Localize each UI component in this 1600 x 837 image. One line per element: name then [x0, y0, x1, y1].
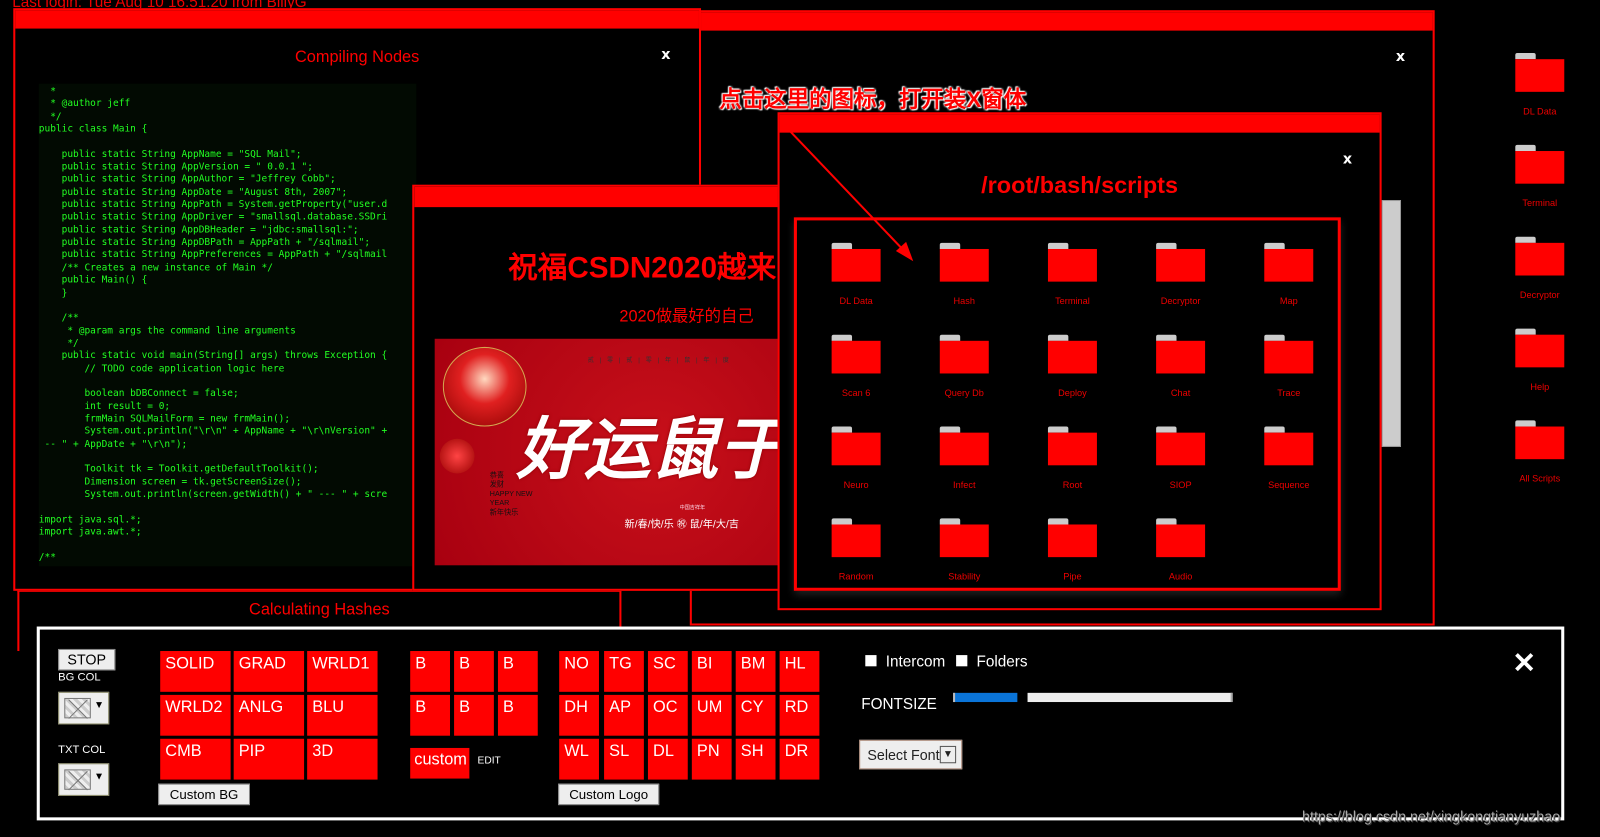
bg-col-label: BG COL — [58, 671, 101, 684]
fontsize-slider[interactable] — [953, 692, 1233, 703]
logo-style-button[interactable]: SC — [647, 651, 688, 692]
bg-color-picker[interactable]: ▼ — [58, 691, 110, 725]
logo-style-button[interactable]: WL — [559, 738, 599, 780]
close-panel-icon[interactable]: ✕ — [1512, 646, 1536, 680]
bg-style-button[interactable]: BLU — [307, 694, 378, 736]
bg-style-button[interactable]: WRLD2 — [160, 694, 231, 736]
select-font-dropdown[interactable]: Select Font ▼ — [859, 739, 963, 770]
bg-style-button[interactable]: SOLID — [160, 651, 231, 692]
logo-style-button[interactable]: RD — [779, 694, 820, 736]
logo-style-button[interactable]: CY — [735, 694, 776, 736]
bg-style-button[interactable]: ANLG — [233, 694, 305, 736]
bg-style-button[interactable]: 3D — [307, 738, 378, 780]
bg-style-button[interactable]: WRLD1 — [307, 651, 378, 692]
folders-label: Folders — [976, 653, 1028, 671]
logo-style-button[interactable]: DR — [779, 738, 820, 780]
logo-style-button[interactable]: NO — [559, 651, 599, 692]
folders-checkbox[interactable] — [956, 655, 968, 667]
slider-track — [1027, 692, 1233, 703]
logo-style-button[interactable]: SL — [604, 738, 644, 780]
logo-style-button[interactable]: DH — [559, 694, 599, 736]
txt-color-picker[interactable]: ▼ — [58, 763, 110, 796]
bg-style-button[interactable]: CMB — [160, 738, 231, 780]
logo-style-button[interactable]: AP — [604, 694, 644, 736]
logo-style-button[interactable]: UM — [691, 694, 732, 736]
b-button[interactable]: B — [410, 651, 450, 692]
chevron-down-icon: ▼ — [939, 745, 957, 764]
desktop: Last login: Tue Aug 10 16:51:20 from Bil… — [0, 0, 1600, 837]
stop-button[interactable]: STOP — [58, 648, 116, 671]
select-font-label: Select Font — [867, 746, 940, 764]
b-button[interactable]: B — [454, 651, 494, 692]
watermark: https://blog.csdn.net/xingkongtianyuzhao — [1302, 808, 1561, 825]
custom-logo-button[interactable]: Custom Logo — [558, 783, 660, 806]
txt-col-label: TXT COL — [58, 743, 106, 757]
intercom-label: Intercom — [885, 653, 946, 671]
custom-button[interactable]: custom — [410, 747, 470, 779]
logo-style-button[interactable]: DL — [647, 738, 688, 780]
logo-style-button[interactable]: BM — [735, 651, 776, 692]
intercom-checkbox[interactable] — [865, 655, 877, 667]
logo-style-button[interactable]: PN — [691, 738, 732, 780]
b-button[interactable]: B — [497, 694, 538, 736]
fontsize-label: FONTSIZE — [861, 695, 937, 714]
logo-style-button[interactable]: SH — [735, 738, 776, 780]
bg-style-button[interactable]: GRAD — [233, 651, 305, 692]
logo-style-button[interactable]: OC — [647, 694, 688, 736]
b-button[interactable]: B — [410, 694, 450, 736]
b-button[interactable]: B — [454, 694, 494, 736]
logo-style-button[interactable]: HL — [779, 651, 820, 692]
logo-style-button[interactable]: BI — [691, 651, 732, 692]
bg-style-button[interactable]: PIP — [233, 738, 305, 780]
logo-style-button[interactable]: TG — [604, 651, 644, 692]
edit-link[interactable]: EDIT — [478, 755, 501, 766]
custom-bg-button[interactable]: Custom BG — [158, 783, 250, 806]
slider-fill — [953, 692, 1018, 703]
b-button[interactable]: B — [497, 651, 538, 692]
